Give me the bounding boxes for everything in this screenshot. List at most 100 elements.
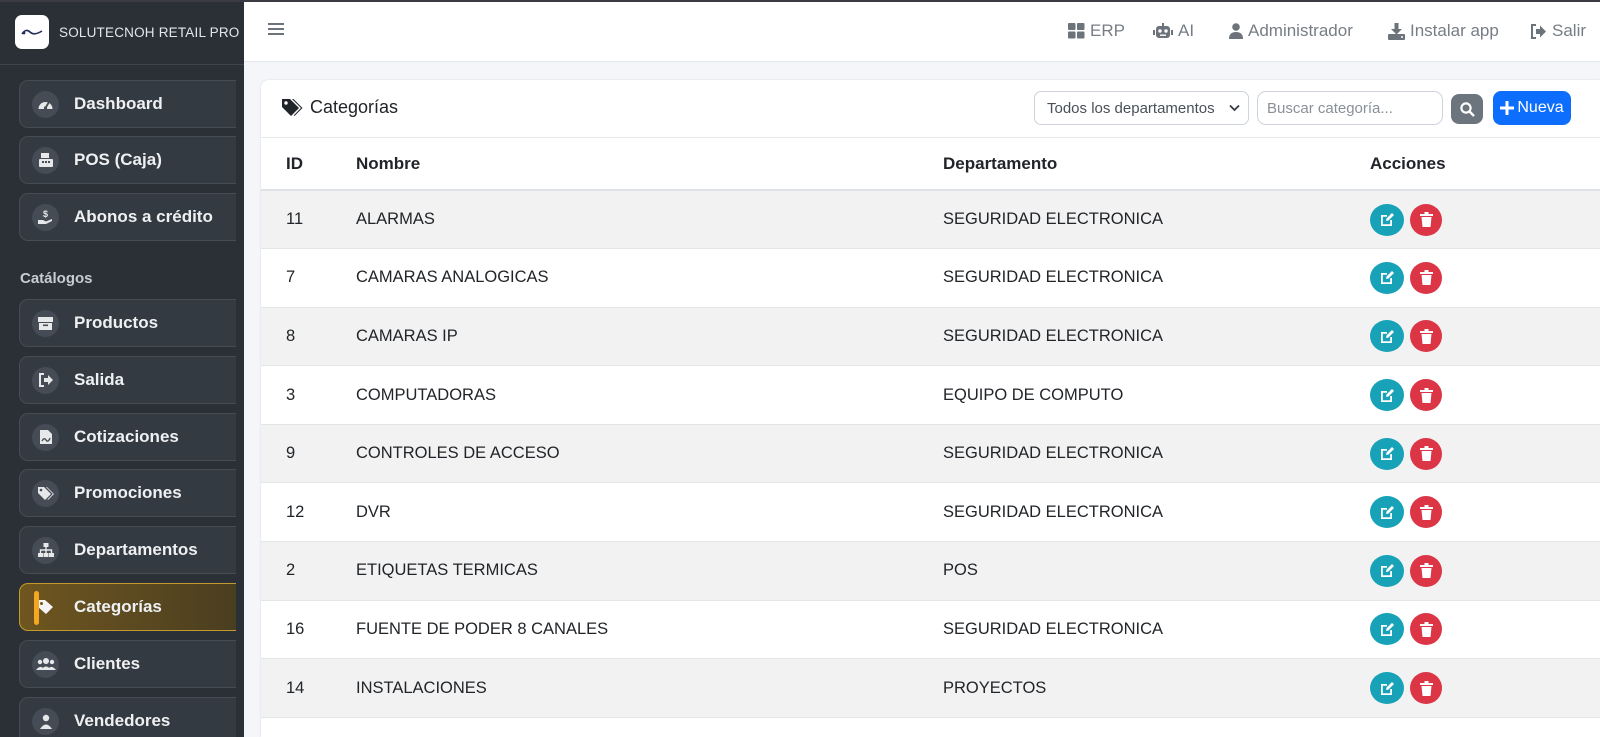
categories-card: Categorías Todos los departamentos Nueva… bbox=[261, 80, 1600, 737]
sidebar-item-productos[interactable]: Productos bbox=[19, 299, 236, 347]
cell-id: 9 bbox=[261, 424, 356, 484]
table-row: 9 CONTROLES DE ACCESO SEGURIDAD ELECTRONIC… bbox=[261, 424, 1600, 484]
category-search-input[interactable] bbox=[1257, 91, 1443, 125]
delete-button[interactable] bbox=[1410, 613, 1442, 646]
sidebar-item-cotizaciones[interactable]: Cotizaciones bbox=[19, 413, 236, 461]
sidebar-item-label: Vendedores bbox=[74, 711, 171, 730]
table-row: 16 FUENTE DE PODER 8 CANALES SEGURIDAD ELE… bbox=[261, 600, 1600, 660]
sidebar-item-vendedores[interactable]: Vendedores bbox=[19, 697, 236, 737]
sidebar-item-departamentos[interactable]: Departamentos bbox=[19, 526, 236, 574]
sidebar-item-label: POS (Caja) bbox=[74, 150, 162, 169]
delete-button[interactable] bbox=[1410, 672, 1442, 705]
column-header-nombre[interactable]: Nombre bbox=[356, 138, 943, 191]
edit-button[interactable] bbox=[1370, 203, 1404, 236]
cell-id: 12 bbox=[261, 482, 356, 543]
row-actions bbox=[1370, 203, 1600, 236]
trash-icon bbox=[1419, 328, 1433, 344]
edit-button[interactable] bbox=[1370, 437, 1404, 470]
active-indicator bbox=[34, 591, 39, 625]
svg-text:$: $ bbox=[43, 209, 48, 219]
sign-out-icon bbox=[1531, 23, 1546, 39]
table-body: 11 ALARMAS SEGURIDAD ELECTRONICA 7 CAMARAS A… bbox=[261, 190, 1600, 718]
cell-department: PROYECTOS bbox=[943, 658, 1370, 718]
nav-link-instalar-app[interactable]: Instalar app bbox=[1388, 0, 1499, 62]
sidebar-item-categorias[interactable]: Categorías bbox=[19, 583, 236, 631]
delete-button[interactable] bbox=[1410, 554, 1442, 587]
delete-button[interactable] bbox=[1410, 261, 1442, 294]
row-actions bbox=[1370, 496, 1600, 529]
brand-name: SOLUTECNOH RETAIL PRO bbox=[59, 24, 240, 40]
search-icon bbox=[1459, 101, 1475, 117]
cell-id: 2 bbox=[261, 541, 356, 601]
top-navbar: ERP AI Administrador Instalar app Salir bbox=[244, 0, 1600, 62]
cell-name: ALARMAS bbox=[356, 190, 943, 250]
cell-actions bbox=[1370, 248, 1600, 308]
edit-icon bbox=[1380, 329, 1394, 343]
brand-logo bbox=[15, 15, 49, 49]
window-top-border bbox=[0, 0, 1600, 2]
sidebar-item-dashboard[interactable]: Dashboard bbox=[19, 80, 236, 128]
sidebar-item-abonos[interactable]: $ Abonos a crédito bbox=[19, 193, 236, 241]
row-actions bbox=[1370, 261, 1600, 294]
cell-actions bbox=[1370, 307, 1600, 367]
user-icon bbox=[32, 707, 59, 735]
cell-id: 14 bbox=[261, 658, 356, 718]
nav-link-salir[interactable]: Salir bbox=[1530, 0, 1586, 62]
edit-button[interactable] bbox=[1370, 496, 1404, 529]
delete-button[interactable] bbox=[1410, 496, 1442, 529]
new-category-button[interactable]: Nueva bbox=[1493, 91, 1571, 125]
nav-link-ai[interactable]: AI bbox=[1153, 0, 1194, 62]
nav-link-erp[interactable]: ERP bbox=[1068, 0, 1125, 62]
edit-button[interactable] bbox=[1370, 613, 1404, 646]
edit-icon bbox=[1380, 564, 1394, 578]
card-header: Categorías Todos los departamentos Nueva bbox=[261, 80, 1600, 138]
edit-button[interactable] bbox=[1370, 261, 1404, 294]
sidebar-item-promociones[interactable]: Promociones bbox=[19, 469, 236, 517]
cell-actions bbox=[1370, 541, 1600, 601]
cell-id: 8 bbox=[261, 307, 356, 367]
edit-button[interactable] bbox=[1370, 320, 1404, 353]
table-row: 8 CAMARAS IP SEGURIDAD ELECTRONICA bbox=[261, 307, 1600, 367]
edit-button[interactable] bbox=[1370, 672, 1404, 705]
delete-button[interactable] bbox=[1410, 437, 1442, 470]
cell-name: FUENTE DE PODER 8 CANALES bbox=[356, 600, 943, 660]
edit-icon bbox=[1380, 622, 1394, 636]
sidebar-item-salida[interactable]: Salida bbox=[19, 356, 236, 404]
edit-button[interactable] bbox=[1370, 554, 1404, 587]
edit-button[interactable] bbox=[1370, 379, 1404, 412]
signature-icon bbox=[32, 423, 59, 451]
table-row: 2 ETIQUETAS TERMICAS POS bbox=[261, 541, 1600, 601]
nav-link-label: Salir bbox=[1552, 21, 1587, 40]
sidebar-item-clientes[interactable]: Clientes bbox=[19, 640, 236, 688]
delete-button[interactable] bbox=[1410, 379, 1442, 412]
column-header-id[interactable]: ID bbox=[261, 138, 356, 191]
delete-button[interactable] bbox=[1410, 320, 1442, 353]
robot-icon bbox=[1153, 23, 1173, 38]
department-filter-select[interactable]: Todos los departamentos bbox=[1034, 91, 1249, 125]
nav-link-administrador[interactable]: Administrador bbox=[1229, 0, 1353, 62]
trash-icon bbox=[1419, 446, 1433, 462]
row-actions bbox=[1370, 320, 1600, 353]
nav-link-label: Administrador bbox=[1248, 21, 1353, 40]
trash-icon bbox=[1419, 270, 1433, 286]
search-button[interactable] bbox=[1451, 94, 1483, 124]
brand[interactable]: SOLUTECNOH RETAIL PRO bbox=[0, 0, 244, 65]
page-title: Categorías bbox=[281, 97, 398, 118]
cell-actions bbox=[1370, 600, 1600, 660]
cell-department: SEGURIDAD ELECTRONICA bbox=[943, 600, 1370, 660]
sidebar-item-label: Abonos a crédito bbox=[74, 207, 213, 226]
department-filter-value: Todos los departamentos bbox=[1047, 99, 1215, 117]
delete-button[interactable] bbox=[1410, 203, 1442, 236]
cell-actions bbox=[1370, 190, 1600, 250]
column-header-departamento[interactable]: Departamento bbox=[943, 138, 1370, 191]
table-header-row: ID Nombre Departamento Acciones bbox=[261, 138, 1600, 191]
grid-icon bbox=[1068, 23, 1085, 39]
edit-icon bbox=[1380, 681, 1394, 695]
sidebar-item-pos[interactable]: POS (Caja) bbox=[19, 136, 236, 184]
trash-icon bbox=[1419, 212, 1433, 228]
user-icon bbox=[1229, 23, 1243, 39]
sidebar-item-label: Salida bbox=[74, 370, 125, 389]
cell-department: POS bbox=[943, 541, 1370, 601]
cell-department: SEGURIDAD ELECTRONICA bbox=[943, 482, 1370, 543]
menu-toggle-icon[interactable] bbox=[268, 22, 284, 41]
